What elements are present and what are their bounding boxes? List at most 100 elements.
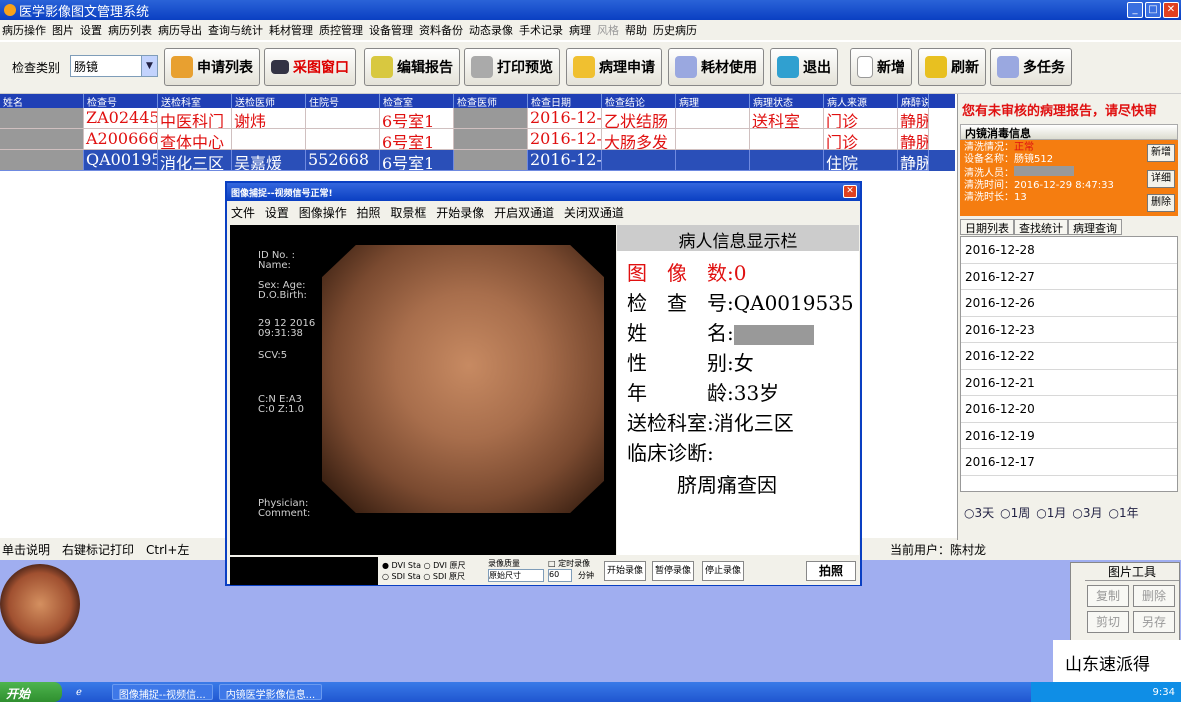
menu-item[interactable]: 病历操作 — [2, 22, 46, 38]
consumable-use-button[interactable]: 耗材使用 — [668, 48, 764, 86]
start-record-button[interactable]: 开始录像 — [604, 561, 647, 581]
dialog-menu-item[interactable]: 文件 — [231, 206, 255, 220]
dept-cell: 查体中心 — [158, 129, 232, 150]
menu-item[interactable]: 历史病历 — [653, 22, 697, 38]
exit-button[interactable]: 退出 — [770, 48, 838, 86]
dialog-menu-item[interactable]: 图像操作 — [299, 206, 347, 220]
date-item[interactable]: 2016-12-21 — [961, 370, 1177, 396]
date-item[interactable]: 2016-12-17 — [961, 449, 1177, 476]
cut-button[interactable]: 剪切 — [1087, 611, 1129, 633]
col-header[interactable]: 姓名 — [0, 94, 84, 108]
taskbar-item[interactable]: 内镜医学影像信息... — [218, 684, 323, 701]
dialog-close-button[interactable]: ✕ — [843, 185, 857, 198]
quality-select[interactable]: 原始尺寸 — [488, 569, 544, 582]
menu-item[interactable]: 图片 — [52, 22, 74, 38]
dialog-menu-item[interactable]: 开启双通道 — [494, 206, 554, 220]
delete-button[interactable]: 删除 — [1133, 585, 1175, 607]
date-item[interactable]: 2016-12-19 — [961, 423, 1177, 449]
capture-window-button[interactable]: 采图窗口 — [264, 48, 356, 86]
col-header[interactable]: 检查医师 — [454, 94, 528, 108]
menu-item[interactable]: 设备管理 — [369, 22, 413, 38]
start-button[interactable]: 开始 — [0, 682, 62, 702]
col-header[interactable]: 病理 — [676, 94, 750, 108]
col-header[interactable]: 送检医师 — [232, 94, 306, 108]
menu-item[interactable]: 动态录像 — [469, 22, 513, 38]
multitask-button[interactable]: 多任务 — [990, 48, 1072, 86]
dialog-menu-item[interactable]: 取景框 — [390, 206, 426, 220]
date-item[interactable]: 2016-12-23 — [961, 317, 1177, 343]
exam-type-label: 检查类别 — [12, 61, 61, 75]
dialog-menu-item[interactable]: 关闭双通道 — [564, 206, 624, 220]
refresh-button[interactable]: 刷新 — [918, 48, 986, 86]
date-item[interactable]: 2016-12-26 — [961, 290, 1177, 317]
taskbar-item[interactable]: 图像捕捉--视频信... — [111, 684, 213, 701]
photo-button[interactable]: 拍照 — [806, 561, 856, 581]
menu-item[interactable]: 耗材管理 — [269, 22, 313, 38]
disinfect-delete-button[interactable]: 删除 — [1147, 194, 1175, 212]
table-row[interactable]: A2006665 查体中心 6号室1 2016-12- 大肠多发 门诊 静脉 — [0, 129, 955, 150]
video-preview[interactable]: ID No. : Name: Sex: Age: D.O.Birth: 29 1… — [230, 225, 616, 555]
dialog-menu-item[interactable]: 开始录像 — [436, 206, 484, 220]
pause-record-button[interactable]: 暂停录像 — [652, 561, 695, 581]
table-row-selected[interactable]: QA001953 消化三区 吴嘉煖 552668 6号室1 2016-12- 住… — [0, 150, 955, 171]
col-header[interactable]: 麻醉说 — [898, 94, 929, 108]
tab-date-list[interactable]: 日期列表 — [960, 219, 1014, 235]
timer-checkbox[interactable]: □ 定时录像 — [548, 558, 590, 569]
sdi-radio[interactable]: ○ SDI Sta ○ SDI 原尺 — [382, 571, 465, 582]
table-row[interactable]: ZA024454 中医科门 谢炜 6号室1 2016-12- 乙状结肠 送科室 … — [0, 108, 955, 129]
menu-item[interactable]: 设置 — [80, 22, 102, 38]
tab-pathology-query[interactable]: 病理查询 — [1068, 219, 1122, 235]
date-item[interactable]: 2016-12-28 — [961, 237, 1177, 264]
col-header[interactable]: 住院号 — [306, 94, 380, 108]
endoscope-image — [322, 245, 604, 513]
menu-item[interactable]: 质控管理 — [319, 22, 363, 38]
tab-search-stats[interactable]: 查找统计 — [1014, 219, 1068, 235]
menu-item[interactable]: 查询与统计 — [208, 22, 263, 38]
pathology-request-button[interactable]: 病理申请 — [566, 48, 662, 86]
stop-record-button[interactable]: 停止录像 — [702, 561, 745, 581]
radio-3m[interactable]: ○3月 — [1072, 504, 1102, 521]
new-button[interactable]: 新增 — [850, 48, 912, 86]
col-header[interactable]: 病理状态 — [750, 94, 824, 108]
copy-button[interactable]: 复制 — [1087, 585, 1129, 607]
radio-1y[interactable]: ○1年 — [1109, 504, 1139, 521]
menu-item[interactable]: 帮助 — [625, 22, 647, 38]
edit-report-button[interactable]: 编辑报告 — [364, 48, 460, 86]
col-header[interactable]: 病人来源 — [824, 94, 898, 108]
ie-icon[interactable]: ℯ — [76, 687, 82, 698]
save-as-button[interactable]: 另存 — [1133, 611, 1175, 633]
disinfect-detail-button[interactable]: 详细 — [1147, 170, 1175, 188]
radio-3d[interactable]: ○3天 — [964, 504, 994, 521]
disinfect-new-button[interactable]: 新增 — [1147, 144, 1175, 162]
date-item[interactable]: 2016-12-27 — [961, 264, 1177, 290]
date-item[interactable]: 2016-12-20 — [961, 396, 1177, 423]
radio-1m[interactable]: ○1月 — [1036, 504, 1066, 521]
date-item[interactable]: 2016-12-22 — [961, 343, 1177, 370]
menu-item[interactable]: 风格 — [597, 22, 619, 38]
dvi-radio[interactable]: ● DVI Sta ○ DVI 原尺 — [382, 560, 466, 571]
col-header[interactable]: 送检科室 — [158, 94, 232, 108]
col-header[interactable]: 检查号 — [84, 94, 158, 108]
menu-item[interactable]: 病理 — [569, 22, 591, 38]
thumbnail-image[interactable] — [0, 564, 80, 644]
print-preview-button[interactable]: 打印预览 — [464, 48, 560, 86]
col-header[interactable]: 检查日期 — [528, 94, 602, 108]
apply-list-button[interactable]: 申请列表 — [164, 48, 260, 86]
dialog-menu-item[interactable]: 拍照 — [357, 206, 381, 220]
radio-1w[interactable]: ○1周 — [1000, 504, 1030, 521]
menu-item[interactable]: 病历列表 — [108, 22, 152, 38]
col-header[interactable]: 检查室 — [380, 94, 454, 108]
menu-item[interactable]: 手术记录 — [519, 22, 563, 38]
col-header[interactable]: 检查结论 — [602, 94, 676, 108]
dialog-menu-item[interactable]: 设置 — [265, 206, 289, 220]
menu-item[interactable]: 病历导出 — [158, 22, 202, 38]
menu-item[interactable]: 资料备份 — [419, 22, 463, 38]
exam-type-select[interactable]: 肠镜 ▼ — [70, 55, 158, 77]
minimize-button[interactable]: _ — [1127, 2, 1143, 18]
overlay-scv: SCV:5 — [258, 350, 288, 361]
timer-input[interactable]: 60 — [548, 569, 572, 582]
chevron-down-icon[interactable]: ▼ — [141, 56, 157, 76]
restore-button[interactable]: □ — [1145, 2, 1161, 18]
picture-tools-title: 图片工具 — [1085, 563, 1179, 581]
close-button[interactable]: ✕ — [1163, 2, 1179, 18]
